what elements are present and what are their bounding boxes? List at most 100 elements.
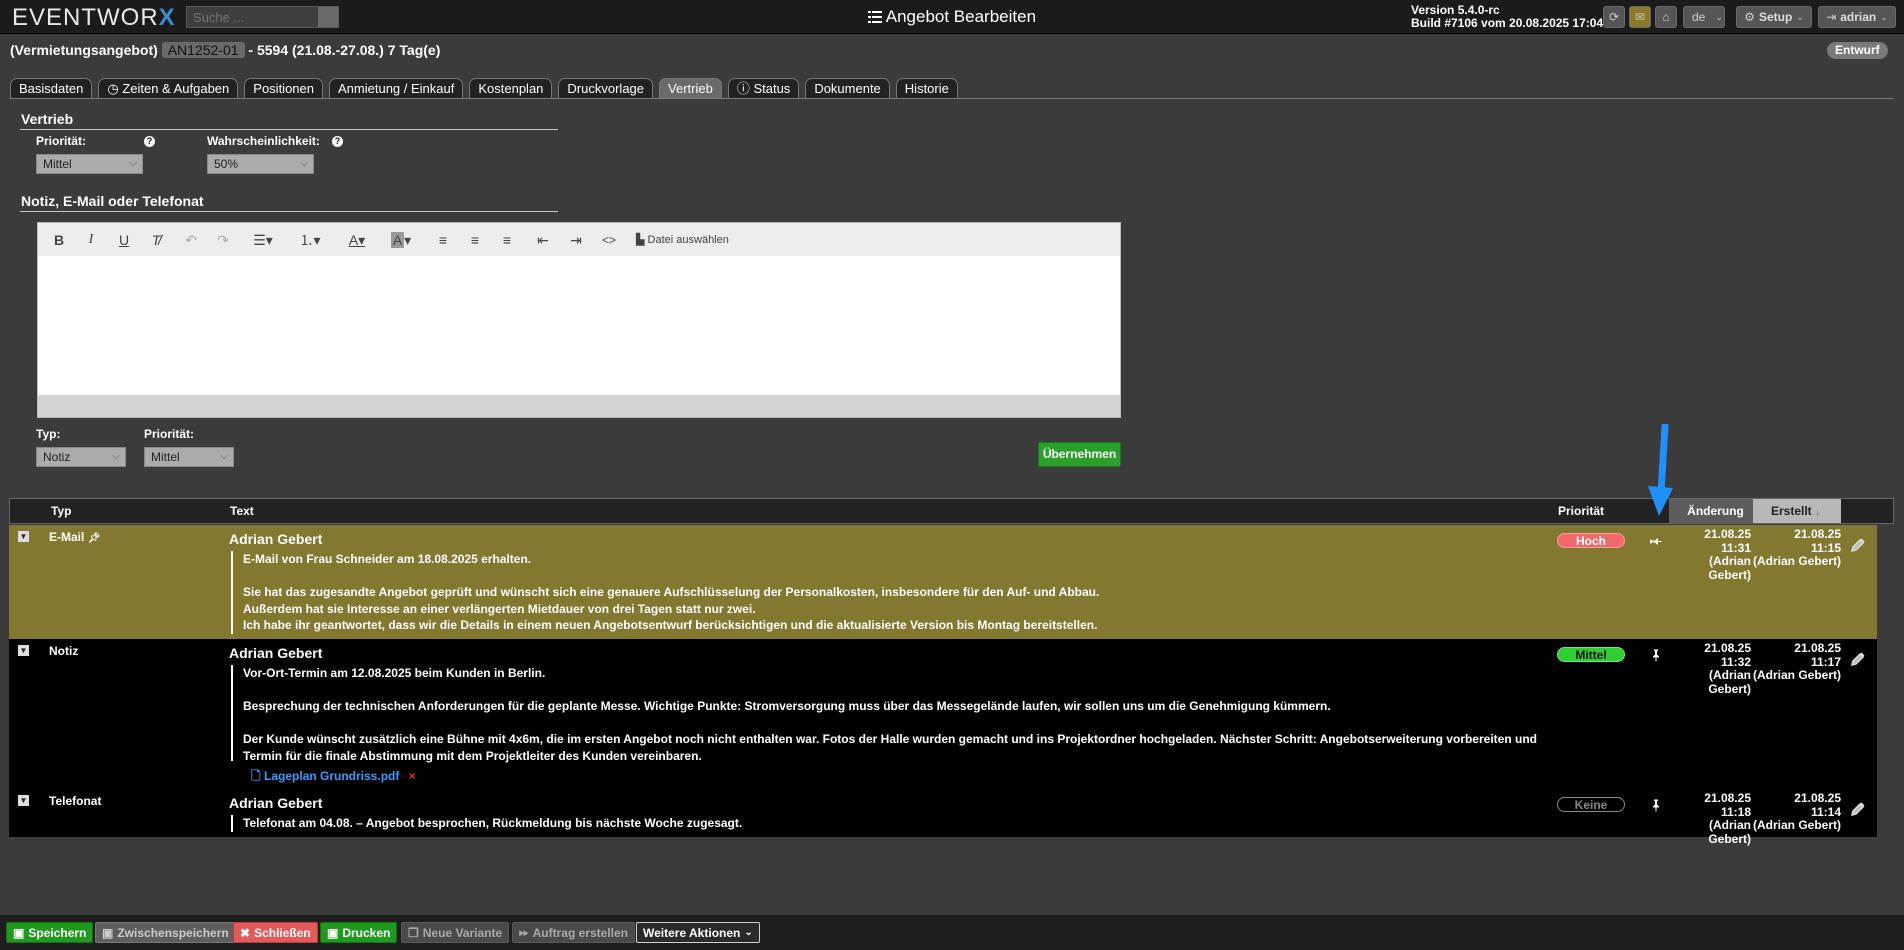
pin-icon[interactable] xyxy=(1650,649,1662,662)
row-text: Vor-Ort-Termin am 12.08.2025 beim Kunden… xyxy=(231,665,1551,763)
new-variant-button[interactable]: ❐ Neue Variante xyxy=(401,922,510,943)
refresh-button[interactable]: ⟳ xyxy=(1603,6,1625,28)
priority-select[interactable]: Mittel ⌵ xyxy=(36,154,143,174)
changed-date: 21.08.25 11:18 (Adrian Gebert) xyxy=(1704,791,1751,846)
tab-label: Kostenplan xyxy=(478,81,544,96)
submit-note-button[interactable]: Übernehmen xyxy=(1038,442,1121,467)
tab-zeiten-aufgaben[interactable]: ◷ Zeiten & Aufgaben xyxy=(98,78,239,98)
text-line: E-Mail von Frau Schneider am 18.08.2025 … xyxy=(243,552,532,566)
font-color-icon[interactable]: A▾ xyxy=(343,232,371,248)
column-text[interactable]: Text xyxy=(230,499,254,523)
save-button[interactable]: ▣ Speichern xyxy=(6,922,94,943)
note-priority-select[interactable]: Mittel ⌵ xyxy=(144,447,234,467)
setup-menu[interactable]: ⚙ Setup ⌄ xyxy=(1736,6,1812,28)
code-icon[interactable]: <> xyxy=(600,232,618,248)
edit-icon[interactable] xyxy=(1851,802,1865,816)
search-button[interactable] xyxy=(318,7,338,27)
tab-vertrieb[interactable]: Vertrieb xyxy=(659,78,722,98)
user-menu[interactable]: ⇥ adrian ⌄ xyxy=(1818,6,1896,28)
created-date: 21.08.25 11:17 (Adrian Gebert) xyxy=(1752,641,1841,682)
column-typ[interactable]: Typ xyxy=(51,499,71,523)
save-icon: ▣ xyxy=(102,925,114,940)
tab-status[interactable]: ⓘ Status xyxy=(727,78,800,98)
help-icon[interactable]: ? xyxy=(144,136,155,147)
probability-select[interactable]: 50% ⌵ xyxy=(207,154,314,174)
logout-icon: ⇥ xyxy=(1826,10,1837,24)
user-label: adrian xyxy=(1840,10,1877,24)
home-button[interactable]: ⌂ xyxy=(1655,6,1677,28)
redo-icon[interactable]: ↷ xyxy=(216,232,230,248)
row-type: Notiz xyxy=(49,644,78,658)
row-text: Telefonat am 04.08. – Angebot besprochen… xyxy=(231,815,1551,832)
edit-icon[interactable] xyxy=(1851,652,1865,666)
note-priority-label: Priorität: xyxy=(144,427,195,441)
collapse-icon[interactable]: ▼ xyxy=(18,645,29,656)
chevron-down-icon: ⌄ xyxy=(1796,11,1804,22)
align-right-icon[interactable]: ≡ xyxy=(499,232,515,248)
text-line: Der Kunde wünscht zusätzlich eine Bühne … xyxy=(243,732,1537,763)
numbered-list-icon[interactable]: ⒈▾ xyxy=(296,232,324,248)
setup-label: Setup xyxy=(1758,10,1793,24)
file-select-button[interactable]: ▙ Datei auswählen xyxy=(636,232,736,248)
row-author: Adrian Gebert xyxy=(229,795,323,811)
tab-positionen[interactable]: Positionen xyxy=(244,78,323,98)
table-row: ▼ Telefonat Adrian Gebert Telefonat am 0… xyxy=(9,789,1877,845)
indent-icon[interactable]: ⇥ xyxy=(568,232,584,248)
file-icon: 🗋︎ xyxy=(251,769,261,783)
edit-icon[interactable] xyxy=(1851,538,1865,552)
intermediate-save-button[interactable]: ▣ Zwischenspeichern xyxy=(95,922,236,943)
outdent-icon[interactable]: ⇤ xyxy=(535,232,551,248)
undo-icon[interactable]: ↶ xyxy=(184,232,198,248)
pin-icon: 📌︎ xyxy=(87,533,101,544)
doc-number[interactable]: AN1252-01 xyxy=(161,42,245,58)
rich-text-editor[interactable]: B I U T̸ ↶ ↷ ☰▾ ⒈▾ A▾ A ▾ ≡ ≡ ≡ ⇤ ⇥ <> ▙ … xyxy=(37,222,1121,418)
logo-text: EVENTWOR xyxy=(12,4,159,31)
row-text: E-Mail von Frau Schneider am 18.08.2025 … xyxy=(231,551,1551,634)
align-left-icon[interactable]: ≡ xyxy=(435,232,451,248)
tab-basisdaten[interactable]: Basisdaten xyxy=(10,78,93,98)
collapse-icon[interactable]: ▼ xyxy=(18,531,29,542)
tab-historie[interactable]: Historie xyxy=(895,78,958,98)
app-logo[interactable]: EVENTWORX xyxy=(12,4,176,32)
tab-druckvorlage[interactable]: Druckvorlage xyxy=(558,78,654,98)
type-select[interactable]: Notiz ⌵ xyxy=(36,447,126,467)
search-input[interactable] xyxy=(186,6,339,28)
more-actions-button[interactable]: Weitere Aktionen ⌄ xyxy=(636,922,760,943)
column-aenderung[interactable]: Änderung xyxy=(1669,499,1762,523)
pin-icon[interactable] xyxy=(1650,536,1663,548)
bold-icon[interactable]: B xyxy=(52,232,66,248)
tab-dokumente[interactable]: Dokumente xyxy=(805,78,890,98)
pin-icon[interactable] xyxy=(1650,799,1662,812)
text-line: Ich habe ihr geantwortet, dass wir die D… xyxy=(243,618,1098,632)
close-button[interactable]: ✖ Schließen xyxy=(233,922,318,943)
new-variant-label: Neue Variante xyxy=(422,925,503,940)
tab-label: Dokumente xyxy=(814,81,881,96)
underline-icon[interactable]: U xyxy=(117,232,131,248)
clear-format-icon[interactable]: T̸ xyxy=(149,232,163,248)
language-select[interactable]: de ⌄ xyxy=(1683,6,1725,28)
tab-label: Druckvorlage xyxy=(567,81,645,96)
italic-icon[interactable]: I xyxy=(84,232,98,248)
text-line: Telefonat am 04.08. – Angebot besprochen… xyxy=(243,816,743,830)
language-value: de xyxy=(1692,10,1706,24)
help-icon[interactable]: ? xyxy=(332,136,343,147)
delete-attachment-icon[interactable]: × xyxy=(409,769,416,783)
tab-kostenplan[interactable]: Kostenplan xyxy=(469,78,553,98)
document-header: (Vermietungsangebot) AN1252-01 - 5594 (2… xyxy=(10,42,440,58)
doc-details: - 5594 (21.08.-27.08.) 7 Tag(e) xyxy=(248,42,441,58)
save-icon: ▣ xyxy=(13,925,25,940)
background-color-icon[interactable]: A ▾ xyxy=(386,232,416,248)
print-button[interactable]: ▣ Drucken xyxy=(320,922,398,943)
collapse-icon[interactable]: ▼ xyxy=(18,795,29,806)
align-center-icon[interactable]: ≡ xyxy=(467,232,483,248)
chevron-down-icon: ⌄ xyxy=(1715,11,1723,22)
sort-desc-icon: ↓ xyxy=(1815,507,1821,518)
attachment-link[interactable]: Lageplan Grundriss.pdf xyxy=(264,769,399,783)
gear-icon: ⚙ xyxy=(1744,10,1755,24)
create-order-button[interactable]: ⏩︎ Auftrag erstellen xyxy=(512,922,635,943)
bullet-list-icon[interactable]: ☰▾ xyxy=(250,232,276,248)
column-erstellt[interactable]: Erstellt ↓ xyxy=(1753,499,1841,523)
mail-button[interactable]: ✉ xyxy=(1629,6,1651,28)
tab-anmietung-einkauf[interactable]: Anmietung / Einkauf xyxy=(329,78,464,98)
column-prioritaet[interactable]: Priorität xyxy=(1558,499,1604,523)
